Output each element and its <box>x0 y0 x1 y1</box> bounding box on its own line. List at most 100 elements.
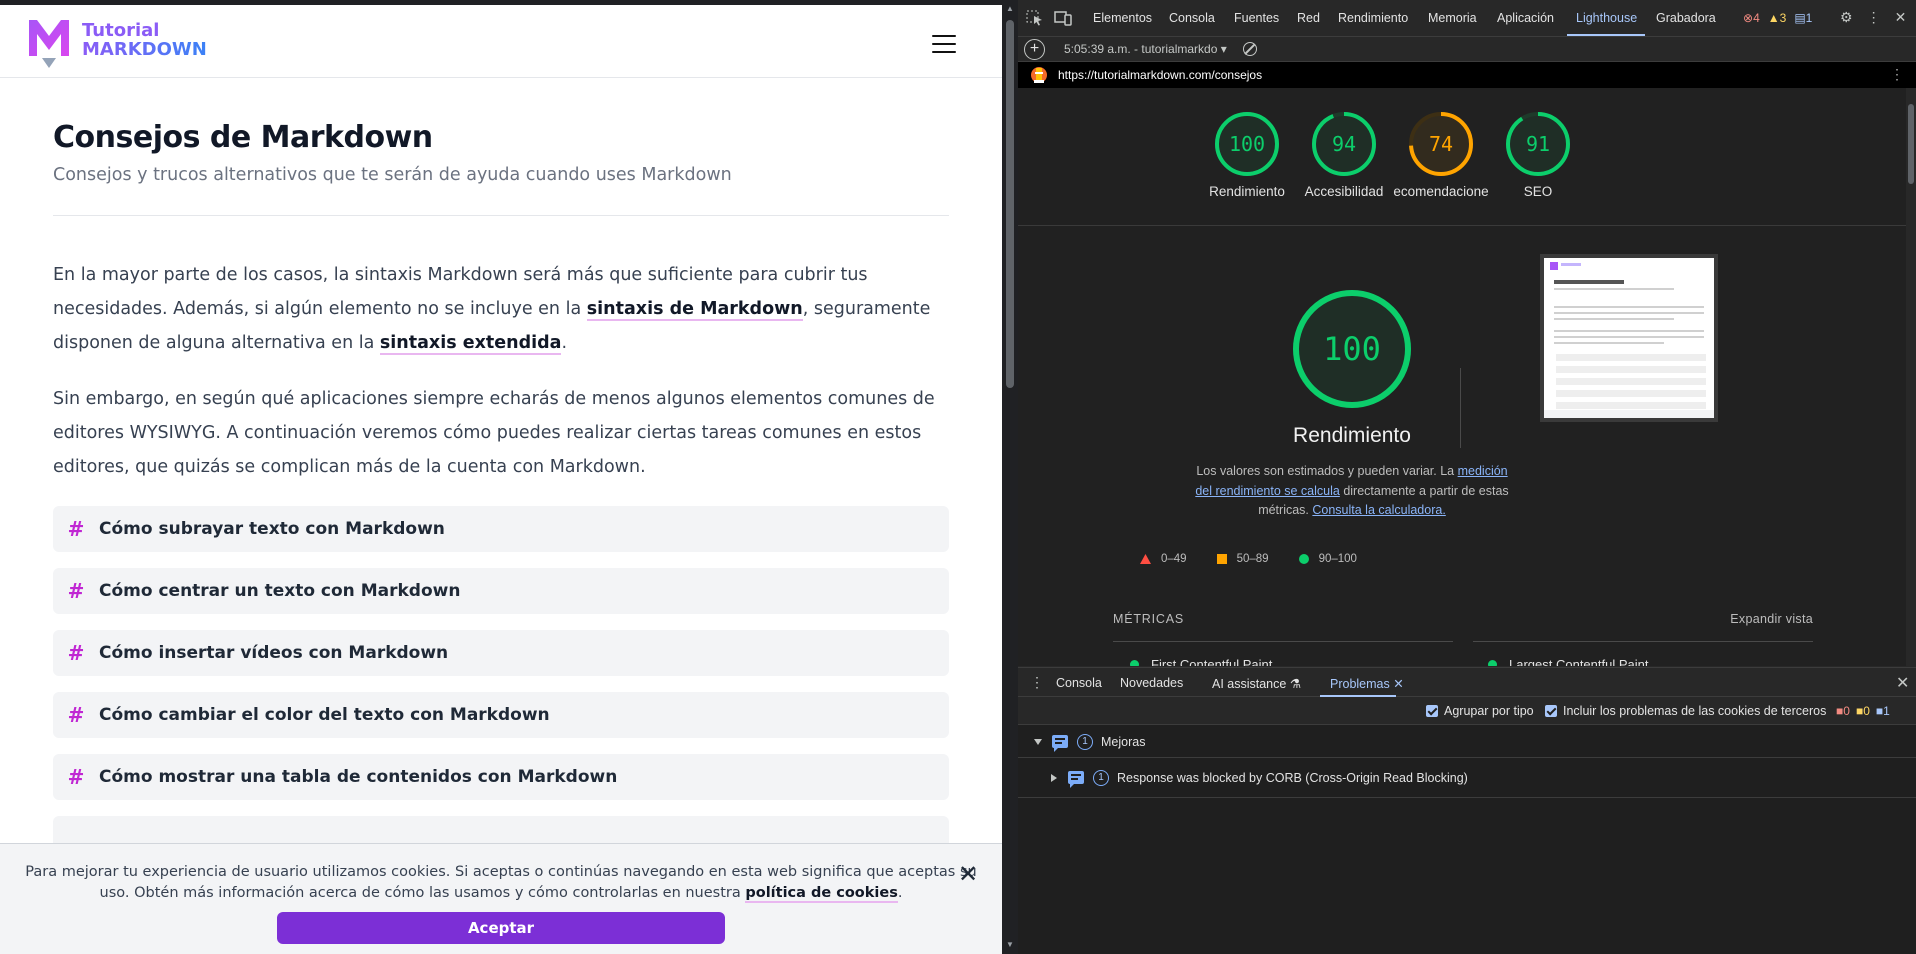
devtools-tab-bar: Elementos Consola Fuentes Red Rendimient… <box>1018 0 1916 37</box>
console-badges[interactable]: ⊗4 ▲3 ▤1 <box>1743 11 1812 25</box>
metric-label: First Contentful Paint <box>1151 657 1273 666</box>
new-report-plus-icon[interactable]: + <box>1024 39 1045 60</box>
gauge-label: Rendimiento <box>1209 184 1285 199</box>
scroll-up-arrow-icon[interactable]: ▲ <box>1006 4 1014 13</box>
close-icon[interactable]: ✕ <box>958 860 978 888</box>
drawer-tab-consola[interactable]: Consola <box>1056 676 1102 690</box>
report-url[interactable]: https://tutorialmarkdown.com/consejos <box>1058 68 1262 82</box>
warning-count-badge: ▲3 <box>1767 11 1787 25</box>
issue-label: Response was blocked by CORB (Cross-Orig… <box>1117 771 1468 785</box>
close-drawer-icon[interactable]: ✕ <box>1896 673 1909 693</box>
tab-rendimiento[interactable]: Rendimiento <box>1338 11 1408 25</box>
expand-arrow-icon[interactable] <box>1034 739 1042 745</box>
score-description: Los valores son estimados y pueden varia… <box>1187 462 1517 521</box>
close-devtools-icon[interactable]: ✕ <box>1895 9 1907 26</box>
page-scrollbar[interactable]: ▲ ▼ <box>1002 0 1018 954</box>
markdown-logo-icon[interactable] <box>27 18 71 68</box>
gauge-rendimiento[interactable]: 100 Rendimiento <box>1197 110 1297 199</box>
logo-line-2: MARKDOWN <box>82 39 207 60</box>
device-toolbar-icon[interactable] <box>1054 10 1072 26</box>
cookie-message-end: . <box>897 885 903 901</box>
hash-icon: # <box>67 641 85 665</box>
hash-icon: # <box>67 517 85 541</box>
scrollbar-thumb[interactable] <box>1006 20 1014 388</box>
drawer-tab-label: AI assistance <box>1212 677 1287 691</box>
tab-red[interactable]: Red <box>1297 11 1320 25</box>
info-count: 1 <box>1805 11 1813 25</box>
issue-corb[interactable]: 1 Response was blocked by CORB (Cross-Or… <box>1018 758 1916 798</box>
metric-lcp: Largest Contentful Paint <box>1488 657 1648 666</box>
tab-lighthouse[interactable]: Lighthouse <box>1576 11 1637 25</box>
devtools-actions: ⚙ ⋮ ✕ <box>1840 9 1906 26</box>
kebab-menu-icon[interactable]: ⋮ <box>1867 9 1881 26</box>
tip-item[interactable]: # Cómo centrar un texto con Markdown <box>53 568 949 614</box>
count: 1 <box>1883 704 1890 718</box>
tip-item[interactable]: # Cómo insertar vídeos con Markdown <box>53 630 949 676</box>
metrics-header: MÉTRICAS Expandir vista <box>1113 612 1813 626</box>
drawer-tab-label: Problemas <box>1330 677 1390 691</box>
cookie-policy-link[interactable]: política de cookies <box>745 885 898 903</box>
hamburger-menu-icon[interactable] <box>932 35 956 55</box>
circle-icon <box>1298 554 1309 564</box>
gauge-score: 100 <box>1229 132 1265 156</box>
tab-fuentes[interactable]: Fuentes <box>1234 11 1279 25</box>
issue-info-count: ■1 <box>1875 704 1890 718</box>
error-count: 4 <box>1753 11 1760 25</box>
score-gauge-ring: 74 <box>1409 112 1473 176</box>
clear-reports-icon[interactable] <box>1243 42 1257 56</box>
report-select[interactable]: 5:05:39 a.m. - tutorialmarkdo ▾ <box>1064 42 1227 56</box>
group-by-type-checkbox[interactable]: Agrupar por tipo <box>1426 704 1534 718</box>
tab-memoria[interactable]: Memoria <box>1428 11 1477 25</box>
flask-icon: ⚗ <box>1289 677 1302 691</box>
drawer-menu-icon[interactable]: ⋮ <box>1030 674 1044 691</box>
tab-aplicacion[interactable]: Aplicación <box>1497 11 1554 25</box>
page-title: Consejos de Markdown <box>53 120 433 155</box>
link-sintaxis-markdown[interactable]: sintaxis de Markdown <box>586 299 803 321</box>
close-tab-icon[interactable]: ✕ <box>1393 677 1403 691</box>
inspect-element-icon[interactable] <box>1026 10 1044 26</box>
issue-count-pill: 1 <box>1093 770 1109 786</box>
gauge-accesibilidad[interactable]: 94 Accesibilidad <box>1294 110 1394 199</box>
tip-item[interactable]: # Cómo mostrar una tabla de contenidos co… <box>53 754 949 800</box>
scrollbar-thumb[interactable] <box>1908 104 1914 184</box>
collapse-arrow-icon[interactable] <box>1051 774 1057 782</box>
drawer-tab-novedades[interactable]: Novedades <box>1120 676 1183 690</box>
active-tab-indicator <box>1567 34 1645 36</box>
tab-grabadora[interactable]: Grabadora <box>1656 11 1716 25</box>
site-logo-text[interactable]: Tutorial MARKDOWN <box>82 21 207 59</box>
link-sintaxis-extendida[interactable]: sintaxis extendida <box>379 333 562 355</box>
error-count-badge: ⊗4 <box>1743 11 1760 25</box>
gauge-seo[interactable]: 91 SEO <box>1488 110 1588 199</box>
drawer-tab-problemas[interactable]: Problemas ✕ <box>1330 676 1404 691</box>
tab-consola[interactable]: Consola <box>1169 11 1215 25</box>
pass-circle-icon <box>1488 660 1497 666</box>
message-icon <box>1068 771 1084 788</box>
link-calculadora[interactable]: Consulta la calculadora. <box>1312 503 1445 517</box>
separator <box>1460 368 1461 448</box>
gauge-recomendaciones[interactable]: 74 ecomendacione <box>1391 110 1491 199</box>
third-party-cookies-checkbox[interactable]: Incluir los problemas de las cookies de … <box>1545 704 1826 718</box>
report-menu-icon[interactable]: ⋮ <box>1890 66 1904 83</box>
legend-label: 50–89 <box>1236 553 1269 565</box>
scroll-down-arrow-icon[interactable]: ▼ <box>1006 940 1014 949</box>
performance-summary: 100 Rendimiento Los valores son estimado… <box>1195 288 1509 521</box>
cookie-text: Para mejorar tu experiencia de usuario u… <box>20 862 982 904</box>
expand-view-toggle[interactable]: Expandir vista <box>1730 612 1813 626</box>
page-subtitle: Consejos y trucos alternativos que te se… <box>53 165 732 185</box>
tab-elementos[interactable]: Elementos <box>1093 11 1152 25</box>
warning-count: 3 <box>1779 11 1787 25</box>
intro-paragraph-1: En la mayor parte de los casos, la sinta… <box>53 258 949 360</box>
accept-cookies-button[interactable]: Aceptar <box>277 912 725 944</box>
issue-group-mejoras[interactable]: 1 Mejoras <box>1018 725 1916 758</box>
score-gauge-ring: 94 <box>1312 112 1376 176</box>
metric-label: Largest Contentful Paint <box>1509 657 1649 666</box>
gear-icon[interactable]: ⚙ <box>1840 9 1853 26</box>
tip-item[interactable]: # Cómo cambiar el color del texto con Mar… <box>53 692 949 738</box>
tip-item[interactable]: # Cómo subrayar texto con Markdown <box>53 506 949 552</box>
issue-warning-count: ■0 <box>1855 704 1870 718</box>
report-scrollbar[interactable] <box>1906 88 1916 666</box>
issue-count-pill: 1 <box>1077 734 1093 750</box>
drawer-tab-ai-assistance[interactable]: AI assistance ⚗ <box>1212 676 1301 691</box>
score-gauge-ring: 100 <box>1215 112 1279 176</box>
page-screenshot-thumbnail[interactable] <box>1540 254 1718 422</box>
